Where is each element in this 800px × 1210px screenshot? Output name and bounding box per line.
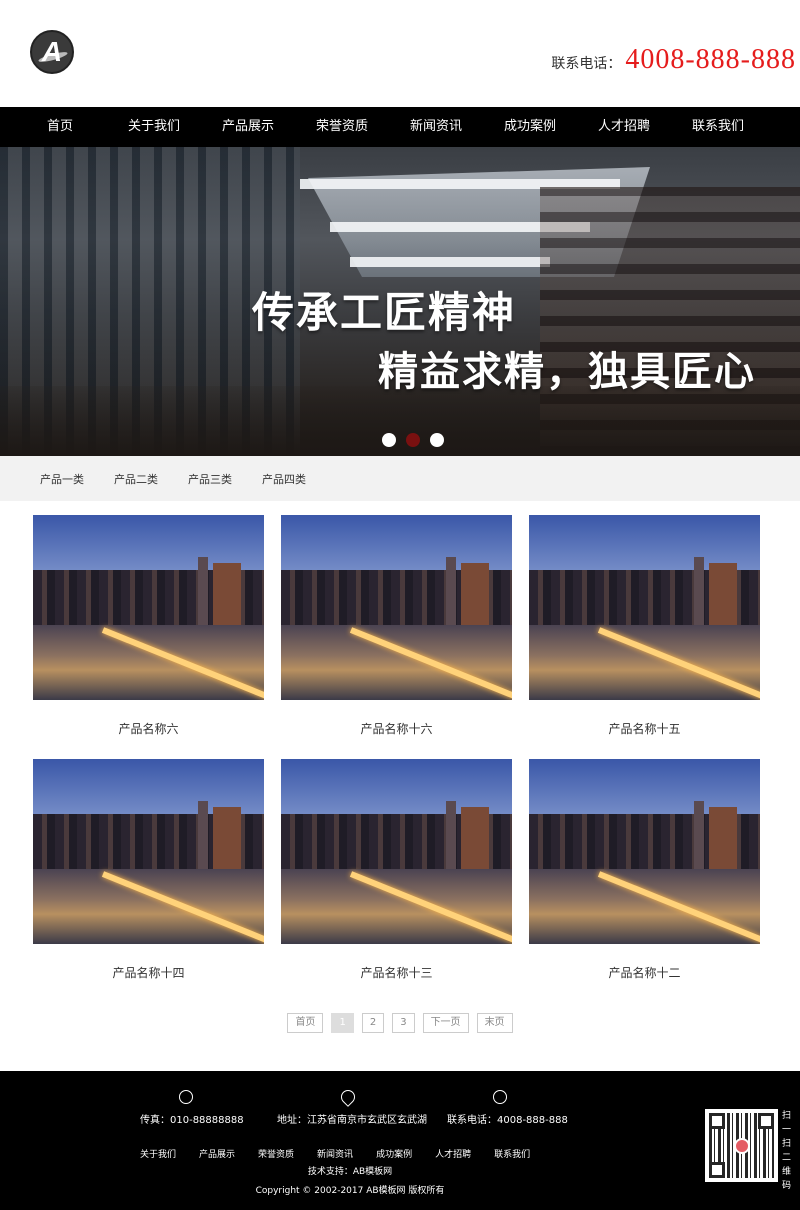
qr-logo-icon <box>734 1138 750 1154</box>
phone-number: 4008-888-888 <box>625 44 796 75</box>
nav-item-jobs[interactable]: 人才招聘 <box>577 107 671 147</box>
page-2-button[interactable]: 2 <box>361 1013 385 1033</box>
footer-address: 地址：江苏省南京市玄武区玄武湖 <box>277 1115 427 1126</box>
product-grid: 产品名称六 产品名称十六 产品名称十五 产品名称十四 产品名称十三 产品名称十二 <box>0 501 800 1011</box>
product-image[interactable] <box>281 759 512 944</box>
footer-link-about[interactable]: 关于我们 <box>140 1147 176 1160</box>
product-card[interactable]: 产品名称十五 <box>529 515 760 737</box>
product-name[interactable]: 产品名称十四 <box>33 964 264 981</box>
product-card[interactable]: 产品名称十六 <box>281 515 512 737</box>
page-first-button[interactable]: 首页 <box>287 1013 324 1033</box>
logo-letter: A <box>41 36 63 67</box>
pagination: 首页 1 2 3 下一页 末页 <box>0 1013 800 1033</box>
footer-copyright: Copyright © 2002-2017 AB模板网 版权所有 <box>255 1186 445 1196</box>
category-item-1[interactable]: 产品一类 <box>40 471 84 487</box>
footer-link-products[interactable]: 产品展示 <box>199 1147 235 1160</box>
category-item-4[interactable]: 产品四类 <box>262 471 306 487</box>
nav-item-home[interactable]: 首页 <box>13 107 107 147</box>
footer-link-cases[interactable]: 成功案例 <box>376 1147 412 1160</box>
page-next-button[interactable]: 下一页 <box>422 1013 469 1033</box>
product-image[interactable] <box>529 759 760 944</box>
product-name[interactable]: 产品名称十三 <box>281 964 512 981</box>
footer-link-jobs[interactable]: 人才招聘 <box>435 1147 471 1160</box>
product-image[interactable] <box>33 759 264 944</box>
footer-links: 关于我们 产品展示 荣誉资质 新闻资讯 成功案例 人才招聘 联系我们 <box>140 1147 530 1160</box>
nav-item-news[interactable]: 新闻资讯 <box>389 107 483 147</box>
slider-dot-3[interactable] <box>430 433 444 447</box>
category-item-3[interactable]: 产品三类 <box>188 471 232 487</box>
slider-dots <box>382 433 444 447</box>
slider-dot-2[interactable] <box>406 433 420 447</box>
product-card[interactable]: 产品名称十三 <box>281 759 512 981</box>
footer-link-news[interactable]: 新闻资讯 <box>317 1147 353 1160</box>
header-phone: 联系电话： 4008-888-888 <box>551 44 796 76</box>
product-name[interactable]: 产品名称十二 <box>529 964 760 981</box>
product-image[interactable] <box>281 515 512 700</box>
banner-headline: 传承工匠精神 <box>252 288 517 337</box>
location-pin-icon <box>338 1087 358 1107</box>
product-image[interactable] <box>529 515 760 700</box>
nav-item-about[interactable]: 关于我们 <box>107 107 201 147</box>
slider-dot-1[interactable] <box>382 433 396 447</box>
qr-label: 扫一扫二维码 <box>782 1111 792 1191</box>
globe-icon <box>179 1090 193 1104</box>
page-1-button[interactable]: 1 <box>331 1013 354 1033</box>
banner-light <box>350 257 550 267</box>
site-logo[interactable]: A <box>30 30 74 74</box>
banner-subheadline: 精益求精，独具匠心 <box>378 349 756 395</box>
product-name[interactable]: 产品名称十五 <box>529 720 760 737</box>
product-image[interactable] <box>33 515 264 700</box>
product-card[interactable]: 产品名称十二 <box>529 759 760 981</box>
page-3-button[interactable]: 3 <box>392 1013 415 1033</box>
phone-icon <box>493 1090 507 1104</box>
phone-label: 联系电话： <box>551 56 622 72</box>
product-card[interactable]: 产品名称六 <box>33 515 264 737</box>
footer-phone: 联系电话：4008-888-888 <box>447 1115 568 1126</box>
qr-code <box>705 1109 778 1182</box>
site-header: A 联系电话： 4008-888-888 <box>0 0 800 107</box>
main-nav: 首页 关于我们 产品展示 荣誉资质 新闻资讯 成功案例 人才招聘 联系我们 <box>0 107 800 147</box>
footer-link-honors[interactable]: 荣誉资质 <box>258 1147 294 1160</box>
nav-item-honors[interactable]: 荣誉资质 <box>295 107 389 147</box>
page-last-button[interactable]: 末页 <box>476 1013 513 1033</box>
footer-fax: 传真：010-88888888 <box>140 1115 244 1126</box>
nav-item-products[interactable]: 产品展示 <box>201 107 295 147</box>
footer-tech-support: 技术支持：AB模板网 <box>307 1167 393 1177</box>
site-footer: 传真：010-88888888 地址：江苏省南京市玄武区玄武湖 联系电话：400… <box>0 1071 800 1210</box>
category-bar: 产品一类 产品二类 产品三类 产品四类 <box>0 456 800 501</box>
nav-item-contact[interactable]: 联系我们 <box>671 107 765 147</box>
category-item-2[interactable]: 产品二类 <box>114 471 158 487</box>
footer-link-contact[interactable]: 联系我们 <box>494 1147 530 1160</box>
product-name[interactable]: 产品名称六 <box>33 720 264 737</box>
nav-item-cases[interactable]: 成功案例 <box>483 107 577 147</box>
hero-banner: 传承工匠精神 精益求精，独具匠心 <box>0 147 800 456</box>
product-card[interactable]: 产品名称十四 <box>33 759 264 981</box>
product-name[interactable]: 产品名称十六 <box>281 720 512 737</box>
